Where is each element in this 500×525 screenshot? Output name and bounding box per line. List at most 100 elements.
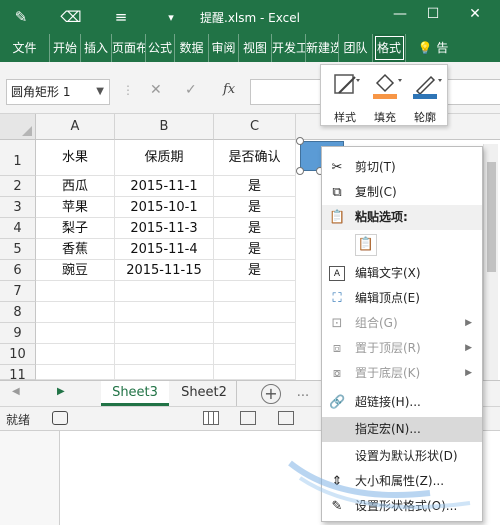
cell-empty[interactable] xyxy=(214,281,296,302)
prev-sheet-icon[interactable]: ◀ xyxy=(12,386,20,397)
eraser-icon[interactable]: ⌫ xyxy=(56,8,86,26)
cancel-icon[interactable]: ✕ xyxy=(150,82,162,98)
resize-handle[interactable] xyxy=(296,167,304,175)
minimize-button[interactable]: — xyxy=(385,6,415,22)
row-header[interactable]: 5 xyxy=(0,239,36,260)
page-break-view-icon[interactable] xyxy=(278,411,294,425)
cell-b3[interactable]: 2015-10-1 xyxy=(115,197,214,218)
cell-empty[interactable] xyxy=(36,281,115,302)
cell-empty[interactable] xyxy=(115,302,214,323)
cell-empty[interactable] xyxy=(115,365,214,380)
cell-a3[interactable]: 苹果 xyxy=(36,197,115,218)
menu-item-hyperlink[interactable]: 🔗 超链接(H)... xyxy=(322,390,482,415)
row-header[interactable]: 10 xyxy=(0,344,36,365)
tab-view[interactable]: 视图 xyxy=(239,34,272,62)
cell-empty[interactable] xyxy=(214,302,296,323)
menu-item-edit-text[interactable]: A 编辑文字(X) xyxy=(322,261,482,286)
menu-item-cut[interactable]: ✂ 剪切(T) xyxy=(322,155,482,180)
cell-c4[interactable]: 是 xyxy=(214,218,296,239)
cell-empty[interactable] xyxy=(115,323,214,344)
menu-item-copy[interactable]: ⧉ 复制(C) xyxy=(322,180,482,205)
tab-tell-me[interactable]: 💡 告 xyxy=(406,34,460,62)
cell-b2[interactable]: 2015-11-1 xyxy=(115,176,214,197)
cell-c5[interactable]: 是 xyxy=(214,239,296,260)
cell-empty[interactable] xyxy=(36,365,115,380)
cell-c3[interactable]: 是 xyxy=(214,197,296,218)
fill-button[interactable]: 填充 xyxy=(365,69,405,125)
cell-c1[interactable]: 是否确认 xyxy=(214,140,296,176)
tab-home[interactable]: 开始 xyxy=(50,34,81,62)
paste-option-button[interactable]: 📋 xyxy=(355,234,377,256)
tab-review[interactable]: 审阅 xyxy=(209,34,239,62)
scrollbar-thumb[interactable] xyxy=(487,162,496,272)
cell-empty[interactable] xyxy=(36,344,115,365)
row-header[interactable]: 3 xyxy=(0,197,36,218)
row-header[interactable]: 8 xyxy=(0,302,36,323)
cell-a1[interactable]: 水果 xyxy=(36,140,115,176)
menu-item-group[interactable]: ⊡ 组合(G) ▶ xyxy=(322,311,482,336)
cell-b5[interactable]: 2015-11-4 xyxy=(115,239,214,260)
enter-icon[interactable]: ✓ xyxy=(185,82,197,98)
menu-item-assign-macro[interactable]: 指定宏(N)... xyxy=(322,417,482,442)
resize-handle[interactable] xyxy=(296,137,304,145)
tab-insert[interactable]: 插入 xyxy=(81,34,112,62)
row-header[interactable]: 6 xyxy=(0,260,36,281)
accessibility-icon[interactable] xyxy=(52,411,68,425)
cell-empty[interactable] xyxy=(36,323,115,344)
vertical-scrollbar[interactable] xyxy=(483,144,498,380)
cell-b1[interactable]: 保质期 xyxy=(115,140,214,176)
cell-c2[interactable]: 是 xyxy=(214,176,296,197)
sheet-overflow[interactable]: ... xyxy=(289,381,317,406)
page-layout-view-icon[interactable] xyxy=(240,411,256,425)
cell-c6[interactable]: 是 xyxy=(214,260,296,281)
row-header[interactable]: 1 xyxy=(0,140,36,176)
close-button[interactable]: ✕ xyxy=(460,6,490,22)
tab-page-layout[interactable]: 页面布局 xyxy=(112,34,146,62)
add-sheet-icon[interactable]: + xyxy=(261,384,281,404)
column-header-c[interactable]: C xyxy=(214,114,296,140)
select-all-button[interactable] xyxy=(0,114,36,140)
cell-empty[interactable] xyxy=(214,323,296,344)
menu-item-send-to-back[interactable]: ⧇ 置于底层(K) ▶ xyxy=(322,361,482,386)
row-header[interactable]: 2 xyxy=(0,176,36,197)
cell-empty[interactable] xyxy=(36,302,115,323)
expand-icon[interactable]: ▾ xyxy=(156,11,186,24)
outline-button[interactable]: 轮廓 xyxy=(405,69,445,125)
tab-formulas[interactable]: 公式 xyxy=(146,34,175,62)
cell-empty[interactable] xyxy=(115,281,214,302)
menu-item-bring-to-front[interactable]: ⧈ 置于顶层(R) ▶ xyxy=(322,336,482,361)
cell-empty[interactable] xyxy=(214,365,296,380)
normal-view-icon[interactable] xyxy=(203,411,219,425)
row-header[interactable]: 11 xyxy=(0,365,36,383)
name-box[interactable]: 圆角矩形 1 ▼ xyxy=(6,79,110,105)
cell-b6[interactable]: 2015-11-15 xyxy=(115,260,214,281)
tab-new[interactable]: 新建选项卡 xyxy=(306,34,339,62)
next-sheet-icon[interactable]: ▶ xyxy=(57,386,65,397)
row-header[interactable]: 7 xyxy=(0,281,36,302)
maximize-button[interactable]: ☐ xyxy=(418,6,448,22)
tab-team[interactable]: 团队 xyxy=(339,34,373,62)
chevron-down-icon[interactable]: ▼ xyxy=(96,80,104,104)
cell-a6[interactable]: 豌豆 xyxy=(36,260,115,281)
sheet-tab-active[interactable]: Sheet3 xyxy=(101,381,169,406)
cell-a2[interactable]: 西瓜 xyxy=(36,176,115,197)
paintbrush-icon[interactable]: ✎ xyxy=(6,8,36,26)
cell-a4[interactable]: 梨子 xyxy=(36,218,115,239)
menu-icon[interactable]: ≡ xyxy=(106,8,136,26)
style-button[interactable]: 样式 xyxy=(325,69,365,125)
insert-function-button[interactable]: fx xyxy=(223,82,235,97)
tab-developer[interactable]: 开发工具 xyxy=(272,34,306,62)
cell-b4[interactable]: 2015-11-3 xyxy=(115,218,214,239)
column-header-b[interactable]: B xyxy=(115,114,214,140)
row-header[interactable]: 4 xyxy=(0,218,36,239)
tab-data[interactable]: 数据 xyxy=(175,34,209,62)
column-header-a[interactable]: A xyxy=(36,114,115,140)
cell-empty[interactable] xyxy=(115,344,214,365)
tab-format[interactable]: 格式 xyxy=(373,34,406,62)
tab-file[interactable]: 文件 xyxy=(0,34,50,62)
cell-a5[interactable]: 香蕉 xyxy=(36,239,115,260)
sheet-tab[interactable]: Sheet2 xyxy=(172,381,237,406)
cell-empty[interactable] xyxy=(214,344,296,365)
menu-item-edit-points[interactable]: ⛶ 编辑顶点(E) xyxy=(322,286,482,311)
row-header[interactable]: 9 xyxy=(0,323,36,344)
